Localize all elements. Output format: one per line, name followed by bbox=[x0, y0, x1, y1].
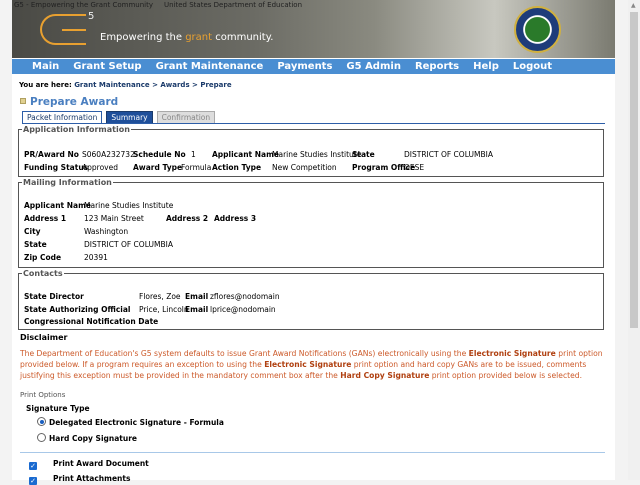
print-options-heading: Print Options bbox=[20, 391, 66, 399]
radio-hard-copy-signature[interactable] bbox=[37, 433, 46, 442]
mailing-information: Mailing Information Applicant Name Marin… bbox=[18, 178, 604, 268]
contacts: Contacts State Director Flores, Zoe Emai… bbox=[18, 269, 604, 330]
director-email: zflores@nodomain bbox=[210, 292, 280, 301]
vertical-scrollbar[interactable]: ▲ bbox=[628, 0, 640, 480]
scroll-up-icon: ▲ bbox=[631, 2, 636, 9]
nav-reports[interactable]: Reports bbox=[415, 59, 459, 74]
nav-logout[interactable]: Logout bbox=[513, 59, 552, 74]
nav-help[interactable]: Help bbox=[473, 59, 499, 74]
main-nav: Main Grant Setup Grant Maintenance Payme… bbox=[12, 59, 615, 74]
breadcrumb: You are here: Grant Maintenance > Awards… bbox=[19, 81, 232, 89]
nav-g5-admin[interactable]: G5 Admin bbox=[346, 59, 401, 74]
checkbox-print-award-document[interactable]: ✓ bbox=[29, 462, 37, 470]
radio-label-electronic[interactable]: Delegated Electronic Signature - Formula bbox=[49, 418, 224, 427]
g5-logo-sup: 5 bbox=[88, 11, 95, 22]
scrollbar-thumb[interactable] bbox=[630, 12, 638, 328]
disclaimer-heading: Disclaimer bbox=[20, 333, 68, 342]
page-title: Prepare Award bbox=[20, 96, 118, 108]
banner: G5 - Empowering the Grant Community Unit… bbox=[12, 0, 615, 58]
radio-label-hard-copy[interactable]: Hard Copy Signature bbox=[49, 434, 137, 443]
divider bbox=[20, 452, 605, 453]
nav-grant-maintenance[interactable]: Grant Maintenance bbox=[156, 59, 264, 74]
nav-payments[interactable]: Payments bbox=[277, 59, 332, 74]
tagline: Empowering the grant community. bbox=[100, 32, 274, 43]
ed-logo-image-alt: United States Department of Education bbox=[164, 1, 303, 9]
breadcrumb-path[interactable]: Grant Maintenance > Awards > Prepare bbox=[74, 81, 231, 89]
radio-delegated-electronic-signature[interactable] bbox=[37, 417, 46, 426]
department-seal-icon bbox=[514, 6, 561, 53]
nav-grant-setup[interactable]: Grant Setup bbox=[73, 59, 141, 74]
official-email: lprice@nodomain bbox=[210, 305, 276, 314]
nav-main[interactable]: Main bbox=[32, 59, 59, 74]
page-icon bbox=[20, 98, 26, 104]
signature-type-label: Signature Type bbox=[26, 404, 90, 413]
application-information: Application Information PR/Award No S060… bbox=[18, 125, 604, 177]
disclaimer-text: The Department of Education's G5 system … bbox=[20, 349, 603, 380]
pr-award-no: S060A232732 bbox=[82, 150, 135, 159]
checkbox-print-attachments[interactable]: ✓ bbox=[29, 477, 37, 485]
page: G5 - Empowering the Grant Community Unit… bbox=[12, 0, 615, 485]
g5-banner-image-alt: G5 - Empowering the Grant Community bbox=[14, 1, 154, 9]
